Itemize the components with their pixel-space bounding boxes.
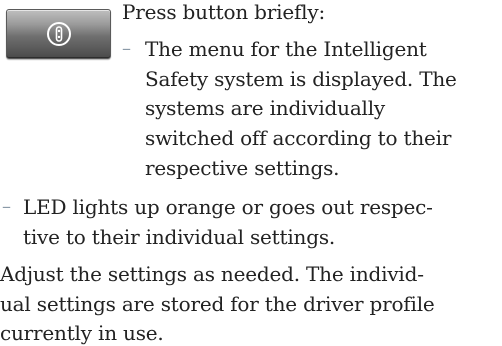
paragraph-line: Adjust the settings as needed. The indiv… <box>0 262 424 286</box>
safety-system-button <box>6 9 111 59</box>
safety-system-icon <box>47 22 71 46</box>
led-text-line: tive to their individual settings. <box>23 225 336 249</box>
manual-page: Press button briefly: – The menu for the… <box>0 0 502 346</box>
result-text-line: systems are individually <box>145 96 386 120</box>
result-text-line: Safety system is displayed. The <box>145 67 457 91</box>
list-bullet: – <box>122 38 131 59</box>
list-bullet: – <box>2 196 11 217</box>
instruction-heading: Press button briefly: <box>122 0 326 24</box>
led-text-line: LED lights up orange or goes out respec- <box>23 195 433 219</box>
paragraph-line: ual settings are stored for the driver p… <box>0 292 435 316</box>
result-text-line: respective settings. <box>145 156 340 180</box>
paragraph-line: currently in use. <box>0 321 164 345</box>
result-text-line: The menu for the Intelligent <box>145 37 427 61</box>
result-text-line: switched off according to their <box>145 126 452 150</box>
